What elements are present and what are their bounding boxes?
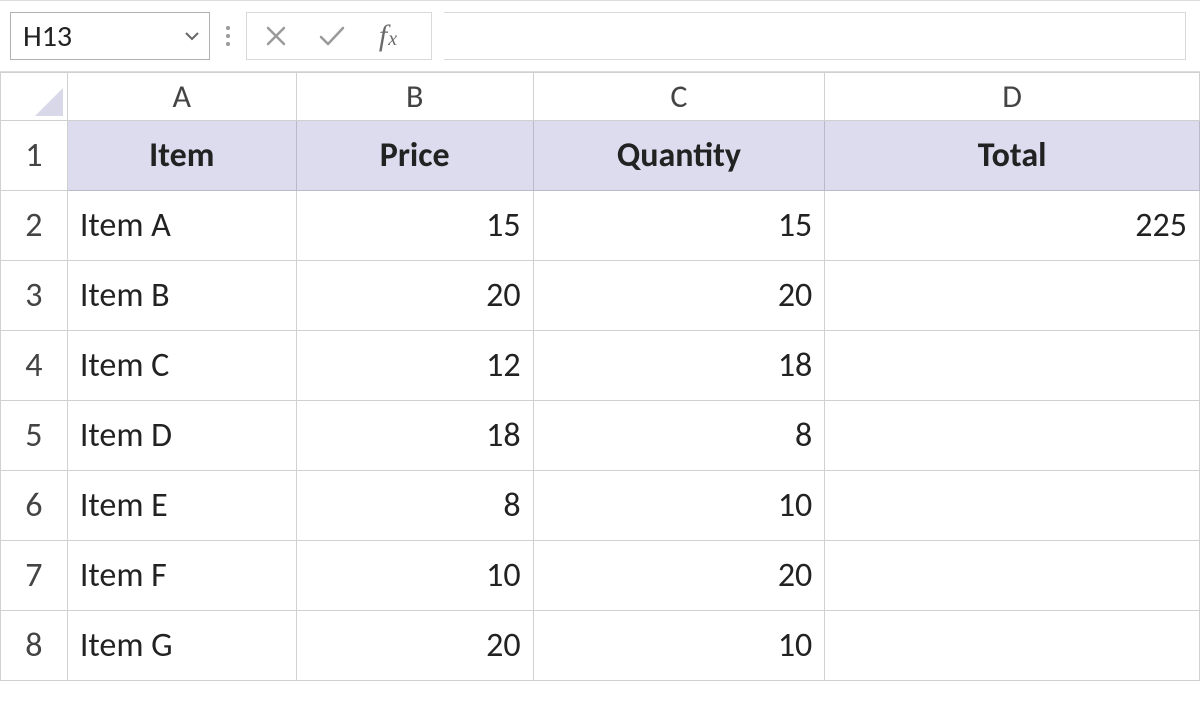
formula-input[interactable]	[444, 12, 1186, 60]
column-header-row: A B C D	[1, 73, 1200, 121]
column-header[interactable]: D	[825, 73, 1200, 121]
cell-A6[interactable]: Item E	[67, 471, 296, 541]
cell-B2[interactable]: 15	[296, 191, 533, 261]
table-row: 6 Item E 8 10	[1, 471, 1200, 541]
table-row: 5 Item D 18 8	[1, 401, 1200, 471]
sheet-grid: A B C D 1 Item Price Quantity Total 2 It…	[0, 72, 1200, 681]
table-row: 3 Item B 20 20	[1, 261, 1200, 331]
name-box[interactable]: H13	[10, 12, 210, 60]
cell-D2[interactable]: 225	[825, 191, 1200, 261]
row-header[interactable]: 4	[1, 331, 68, 401]
row-header[interactable]: 3	[1, 261, 68, 331]
cell-C6[interactable]: 10	[533, 471, 825, 541]
row-header[interactable]: 2	[1, 191, 68, 261]
cell-B3[interactable]: 20	[296, 261, 533, 331]
fx-icon: fx	[379, 19, 397, 53]
row-header[interactable]: 6	[1, 471, 68, 541]
row-header[interactable]: 7	[1, 541, 68, 611]
table-header-row: 1 Item Price Quantity Total	[1, 121, 1200, 191]
column-header[interactable]: B	[296, 73, 533, 121]
cell-A2[interactable]: Item A	[67, 191, 296, 261]
cell-D5[interactable]	[825, 401, 1200, 471]
column-header[interactable]: A	[67, 73, 296, 121]
cell-reference: H13	[23, 18, 72, 55]
cell-A4[interactable]: Item C	[67, 331, 296, 401]
cell-A1[interactable]: Item	[67, 121, 296, 191]
cell-A8[interactable]: Item G	[67, 611, 296, 681]
table-row: 2 Item A 15 15 225	[1, 191, 1200, 261]
insert-function-button[interactable]: fx	[369, 17, 407, 55]
table-row: 8 Item G 20 10	[1, 611, 1200, 681]
column-header[interactable]: C	[533, 73, 825, 121]
enter-formula-button[interactable]	[313, 17, 351, 55]
cell-D4[interactable]	[825, 331, 1200, 401]
row-header[interactable]: 8	[1, 611, 68, 681]
formula-bar-buttons: fx	[246, 12, 432, 60]
cell-B8[interactable]: 20	[296, 611, 533, 681]
cell-C5[interactable]: 8	[533, 401, 825, 471]
cell-D7[interactable]	[825, 541, 1200, 611]
table-row: 7 Item F 10 20	[1, 541, 1200, 611]
cell-C3[interactable]: 20	[533, 261, 825, 331]
cell-C4[interactable]: 18	[533, 331, 825, 401]
cell-A7[interactable]: Item F	[67, 541, 296, 611]
cell-D8[interactable]	[825, 611, 1200, 681]
formula-bar-grip-icon	[222, 26, 234, 46]
cell-C1[interactable]: Quantity	[533, 121, 825, 191]
cell-A3[interactable]: Item B	[67, 261, 296, 331]
row-header[interactable]: 5	[1, 401, 68, 471]
row-header[interactable]: 1	[1, 121, 68, 191]
name-box-dropdown-icon[interactable]	[183, 27, 201, 45]
select-all-button[interactable]	[1, 73, 68, 121]
cell-B5[interactable]: 18	[296, 401, 533, 471]
cell-B6[interactable]: 8	[296, 471, 533, 541]
cell-A5[interactable]: Item D	[67, 401, 296, 471]
cell-C8[interactable]: 10	[533, 611, 825, 681]
worksheet[interactable]: A B C D 1 Item Price Quantity Total 2 It…	[0, 72, 1200, 720]
cancel-formula-button[interactable]	[257, 17, 295, 55]
formula-bar: H13 fx	[0, 0, 1200, 72]
cell-D3[interactable]	[825, 261, 1200, 331]
cell-C7[interactable]: 20	[533, 541, 825, 611]
cell-B7[interactable]: 10	[296, 541, 533, 611]
table-row: 4 Item C 12 18	[1, 331, 1200, 401]
cell-B1[interactable]: Price	[296, 121, 533, 191]
cell-D6[interactable]	[825, 471, 1200, 541]
cell-D1[interactable]: Total	[825, 121, 1200, 191]
cell-C2[interactable]: 15	[533, 191, 825, 261]
cell-B4[interactable]: 12	[296, 331, 533, 401]
